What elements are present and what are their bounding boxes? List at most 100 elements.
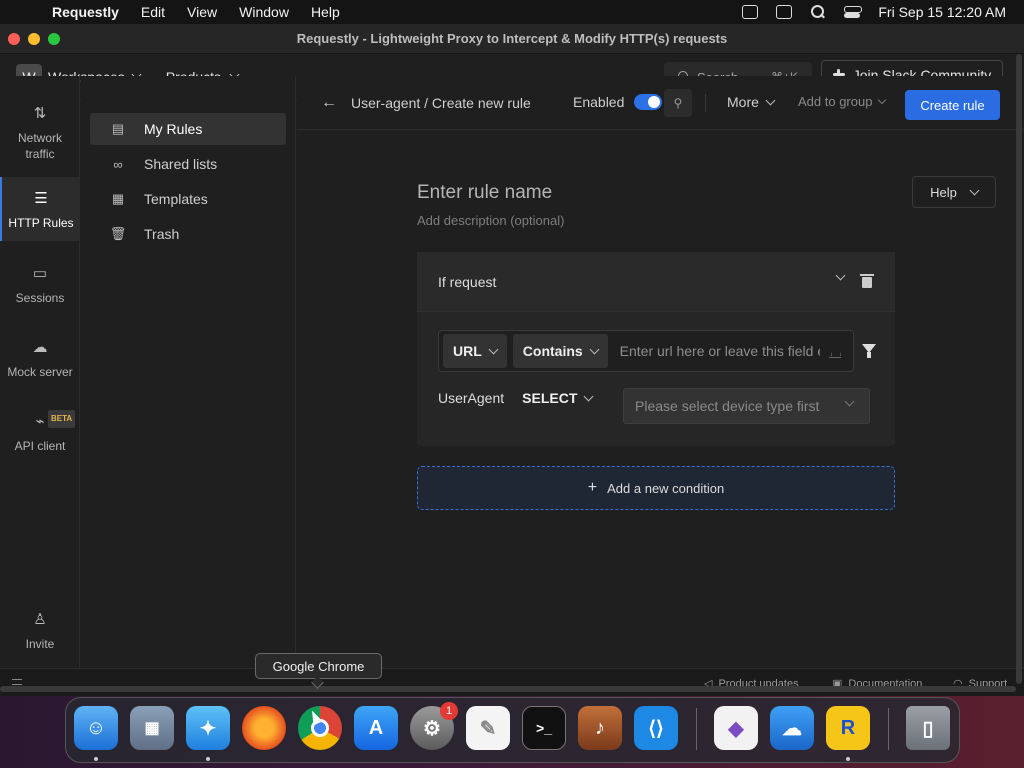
macos-menu-bar: Requestly Edit View Window Help Fri Sep … (0, 0, 1024, 24)
table-icon: ▦ (111, 191, 125, 206)
minimize-window-button[interactable] (28, 32, 40, 45)
pin-button[interactable]: ⚲ (664, 89, 692, 117)
visual-studio-icon[interactable]: ◆ (714, 706, 758, 750)
sidebar-item-label: My Rules (144, 121, 203, 137)
add-to-group-menu[interactable]: Add to group (798, 94, 887, 109)
rail-item-sessions[interactable]: ▭ Sessions (0, 266, 80, 310)
useragent-row: UserAgent SELECT Please select device ty… (438, 388, 870, 424)
horizontal-scrollbar[interactable] (0, 686, 1016, 692)
cloud-icon: ☁ (32, 339, 48, 356)
vertical-scrollbar[interactable] (1016, 54, 1022, 684)
menu-clock[interactable]: Fri Sep 15 12:20 AM (878, 4, 1006, 20)
weather-icon[interactable]: ☁ (770, 706, 814, 750)
useragent-type-dropdown[interactable]: SELECT (522, 390, 594, 406)
sidebar-item-templates[interactable]: ▦ Templates (90, 183, 286, 215)
rail-item-invite[interactable]: ♙ Invite (0, 612, 80, 656)
spotlight-icon[interactable] (810, 5, 826, 19)
stage-manager-icon[interactable] (776, 5, 793, 19)
control-center-icon[interactable] (844, 5, 863, 19)
menu-window[interactable]: Window (239, 4, 289, 20)
sidebar-item-my-rules[interactable]: ▤ My Rules (90, 113, 286, 145)
rule-description-input[interactable]: Add description (optional) (417, 213, 564, 228)
rail-item-network-traffic[interactable]: ⇅ Network traffic (0, 106, 80, 166)
zoom-window-button[interactable] (48, 32, 60, 45)
arrows-updown-icon: ⇅ (33, 105, 47, 122)
sidebar-item-shared-lists[interactable]: ∞ Shared lists (90, 148, 286, 180)
chevron-down-icon (765, 95, 776, 105)
rail-label: Network (17, 131, 62, 145)
menu-app-name[interactable]: Requestly (52, 4, 119, 20)
add-condition-button[interactable]: + Add a new condition (417, 466, 895, 510)
vscode-icon[interactable]: ⟨⟩ (634, 706, 678, 750)
url-type-dropdown[interactable]: URL (443, 334, 507, 368)
help-button[interactable]: Help (912, 176, 996, 208)
screen-record-icon[interactable] (742, 5, 759, 19)
device-type-select[interactable]: Please select device type first (623, 388, 870, 424)
launchpad-icon[interactable]: ▦ (130, 706, 174, 750)
menu-edit[interactable]: Edit (141, 4, 165, 20)
add-user-icon: ♙ (33, 611, 47, 628)
flask-icon[interactable] (829, 344, 841, 358)
sliders-icon: ☰ (34, 190, 48, 207)
url-pill-label: URL (453, 343, 482, 359)
rail-label: Sessions (15, 291, 65, 305)
title-bar: Requestly - Lightweight Proxy to Interce… (0, 24, 1024, 54)
primary-nav-rail: ⇅ Network traffic ☰ HTTP Rules ▭ Session… (0, 76, 80, 672)
chevron-down-icon[interactable] (835, 270, 846, 281)
url-input[interactable]: Enter url here or leave this field empty (620, 343, 820, 359)
macos-dock: ☺ ▦ ✦ A ⚙ 1 ✎ >_ ♪ ⟨⟩ ◆ ☁ R ▯ (65, 697, 960, 763)
requestly-icon[interactable]: R (826, 706, 870, 750)
system-settings-icon[interactable]: ⚙ 1 (410, 702, 458, 750)
condition-card: If request URL Contains Enter url here o… (417, 252, 895, 446)
safari-icon[interactable]: ✦ (186, 706, 230, 750)
rule-name-input[interactable]: Enter rule name (417, 182, 552, 204)
trash-icon[interactable]: ▯ (906, 706, 950, 750)
menu-view[interactable]: View (187, 4, 217, 20)
add-to-group-label: Add to group (798, 94, 873, 109)
textedit-icon[interactable]: ✎ (466, 706, 510, 750)
garageband-icon[interactable]: ♪ (578, 706, 622, 750)
condition-card-header[interactable]: If request (417, 252, 895, 312)
firefox-icon[interactable] (242, 706, 286, 750)
finder-icon[interactable]: ☺ (74, 706, 118, 750)
rail-item-api-client[interactable]: BETA ⌁ API client (0, 410, 80, 458)
back-arrow-icon[interactable]: ← (321, 94, 337, 112)
enabled-toggle[interactable] (634, 94, 663, 110)
app-store-icon[interactable]: A (354, 706, 398, 750)
rail-label: API client (14, 439, 66, 453)
add-condition-label: Add a new condition (607, 480, 725, 496)
delete-icon[interactable] (860, 274, 874, 288)
create-rule-button[interactable]: Create rule (905, 90, 1000, 120)
more-menu[interactable]: More (727, 94, 776, 110)
device-placeholder: Please select device type first (635, 398, 820, 414)
chrome-icon[interactable] (298, 706, 342, 750)
rail-label: Invite (25, 637, 55, 651)
help-label: Help (930, 184, 957, 200)
condition-title: If request (438, 273, 497, 290)
sidebar-item-label: Templates (144, 191, 208, 207)
rail-label: Mock server (7, 365, 73, 379)
running-indicator (846, 757, 850, 761)
menu-help[interactable]: Help (311, 4, 340, 20)
breadcrumb: User-agent / Create new rule (351, 94, 531, 111)
rules-sidebar: ▤ My Rules ∞ Shared lists ▦ Templates 🗑 … (81, 76, 296, 672)
operator-dropdown[interactable]: Contains (512, 334, 608, 368)
chevron-down-icon (583, 391, 594, 401)
sidebar-item-trash[interactable]: 🗑 Trash (90, 218, 286, 250)
plus-icon: + (587, 479, 598, 496)
dock-tooltip: Google Chrome (255, 653, 382, 679)
rail-item-http-rules[interactable]: ☰ HTTP Rules (0, 177, 80, 241)
operator-label: Contains (522, 343, 583, 359)
rail-item-mock-server[interactable]: ☁ Mock server (0, 340, 80, 384)
dock-separator (888, 708, 889, 750)
useragent-label: UserAgent (438, 390, 505, 406)
window-icon: ▤ (111, 121, 125, 136)
terminal-icon[interactable]: >_ (522, 706, 566, 750)
rail-label: traffic (25, 147, 55, 161)
chevron-down-icon (844, 396, 855, 407)
divider (705, 94, 706, 112)
filter-icon[interactable] (862, 344, 876, 358)
menu-icon[interactable] (12, 679, 22, 685)
more-label: More (727, 94, 759, 110)
close-window-button[interactable] (8, 32, 20, 45)
